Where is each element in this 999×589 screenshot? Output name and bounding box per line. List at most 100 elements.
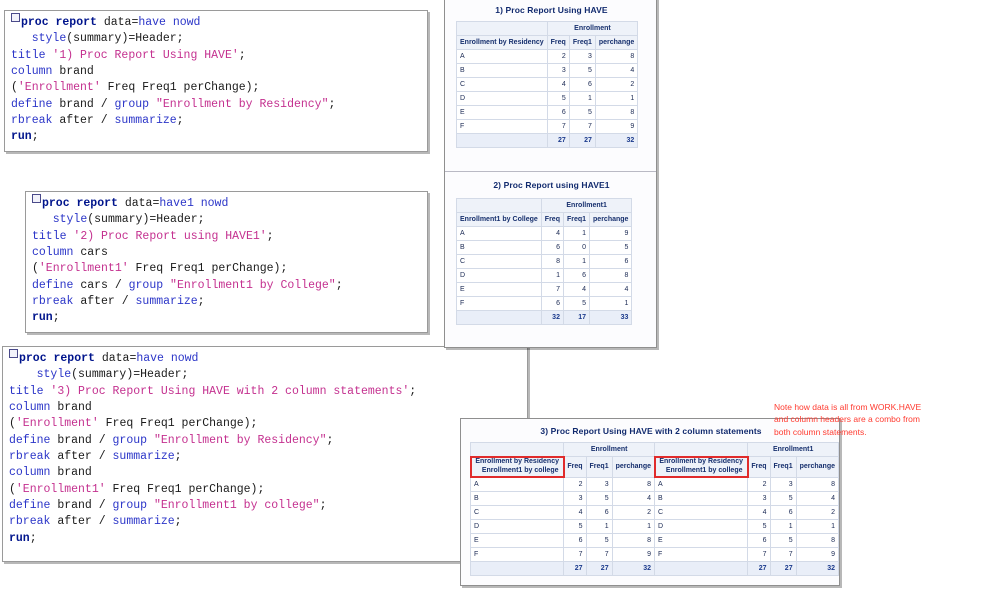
data-cell: 9	[594, 119, 639, 134]
row-header-label: Enrollment by Residency	[456, 35, 548, 50]
code-token: have1 nowd	[159, 197, 229, 210]
summary-cell: 27	[563, 560, 587, 576]
data-cell: 7	[563, 546, 587, 562]
collapse-box-icon[interactable]	[11, 13, 20, 22]
code-line: rbreak after / summarize;	[32, 294, 421, 310]
row-label-cell: D	[469, 518, 565, 534]
code-token: data	[101, 352, 130, 365]
code-token: proc report	[42, 197, 125, 210]
row-label-cell: E	[456, 105, 548, 120]
column-header: Freq1	[585, 456, 613, 478]
data-cell: 2	[563, 476, 587, 492]
data-cell: 7	[540, 282, 564, 297]
data-cell: 0	[562, 240, 591, 255]
summary-label-cell	[456, 133, 548, 148]
code-token: Freq Freq1 perChange);	[105, 482, 265, 496]
row-label-cell: B	[456, 63, 548, 78]
table-spanner-row: Enrollment Enrollment1	[469, 442, 839, 457]
report3-table: Enrollment Enrollment1 Enrollment by Resi…	[469, 442, 840, 576]
data-cell: 3	[769, 476, 797, 492]
data-cell: 2	[611, 504, 656, 520]
data-cell: 4	[540, 226, 564, 241]
code-line: title '1) Proc Report Using HAVE';	[11, 48, 421, 64]
data-cell: 7	[568, 119, 596, 134]
code-token: data	[124, 197, 153, 210]
data-cell: 4	[589, 282, 633, 297]
column-header: Freq	[563, 456, 587, 478]
data-cell: 2	[747, 476, 771, 492]
row-label-cell: F	[469, 546, 565, 562]
code-block-proc-report-have1[interactable]: proc report data=have1 nowd style ( summar…	[25, 191, 428, 333]
row-label-cell: A	[456, 49, 548, 64]
code-token: ;	[176, 113, 184, 127]
report1-title: 1) Proc Report Using HAVE	[495, 5, 608, 15]
data-cell: 8	[540, 254, 564, 269]
code-token: style	[36, 368, 72, 382]
table-row: D511	[456, 91, 639, 106]
row-header-label: Enrollment1 by College	[456, 212, 542, 227]
code-line: style(summary)=Header;	[11, 31, 421, 47]
code-token: cars	[80, 245, 108, 259]
data-cell: 8	[594, 49, 639, 64]
code-line: define brand / group "Enrollment1 by col…	[9, 498, 521, 514]
data-cell: 6	[585, 504, 613, 520]
data-cell: 4	[546, 77, 570, 92]
code-token: (	[32, 262, 39, 276]
code-token: summarize	[114, 113, 177, 127]
code-block-proc-report-have-2col[interactable]: proc report data=have nowd style(summary…	[2, 346, 528, 562]
code-token: ;	[328, 97, 336, 111]
code-token: data	[103, 16, 132, 29]
column-header: Freq	[540, 212, 564, 227]
code-block-proc-report-have[interactable]: proc report data=have nowd style(summary…	[4, 10, 428, 152]
code-token: style	[52, 213, 88, 227]
data-cell: 1	[562, 254, 591, 269]
code-token: ;	[31, 130, 39, 144]
data-cell: 7	[769, 546, 797, 562]
table-header-row: Enrollment1 by College Freq Freq1 perchange	[456, 212, 633, 227]
code-token: summarize	[112, 449, 175, 463]
collapse-box-icon[interactable]	[9, 349, 18, 358]
code-token: brand /	[57, 433, 113, 447]
summary-row: 32 17 33	[456, 310, 633, 325]
summary-cell: 17	[562, 310, 591, 325]
data-cell: 8	[611, 476, 656, 492]
table-row: D168	[456, 268, 633, 283]
code-token: (	[9, 417, 16, 431]
code-token: define	[32, 278, 81, 292]
data-cell: 6	[589, 254, 633, 269]
code-token: group	[112, 498, 154, 512]
code-line: proc report data=have nowd	[9, 349, 521, 367]
code-token: ;	[319, 498, 327, 512]
data-cell: 1	[585, 518, 613, 534]
summary-label-cell	[653, 560, 749, 576]
code-token: Freq Freq1 perChange);	[100, 81, 260, 95]
column-header: Freq	[747, 456, 771, 478]
row-label-cell: B	[469, 490, 565, 506]
code-token: style	[31, 32, 67, 46]
data-cell: 3	[563, 490, 587, 506]
code-token: column	[32, 245, 81, 259]
code-line: run;	[32, 310, 421, 326]
summary-cell: 32	[795, 560, 840, 576]
collapse-box-icon[interactable]	[32, 194, 41, 203]
code-token: summarize	[135, 294, 198, 308]
column-header: Freq1	[769, 456, 797, 478]
code-line: run;	[11, 129, 421, 145]
code-line: define brand / group "Enrollment by Resi…	[9, 433, 521, 449]
data-cell: 6	[568, 77, 596, 92]
row-header-label-boxed: Enrollment by Residency Enrollment1 by co…	[469, 455, 565, 478]
row-label-cell: C	[653, 504, 749, 520]
row-label-cell: C	[456, 254, 542, 269]
spanner-blank-cell	[456, 198, 542, 213]
table-spanner-row: Enrollment	[456, 21, 639, 36]
code-line: proc report data=have1 nowd	[32, 194, 421, 212]
code-token: rbreak	[32, 294, 81, 308]
code-token: ;	[174, 449, 182, 463]
row-label-cell: F	[456, 296, 542, 311]
code-token: title	[11, 48, 53, 62]
data-cell: 6	[540, 240, 564, 255]
data-cell: 1	[589, 296, 633, 311]
code-token: after /	[57, 449, 113, 463]
code-line: ('Enrollment1' Freq Freq1 perChange);	[9, 482, 521, 498]
